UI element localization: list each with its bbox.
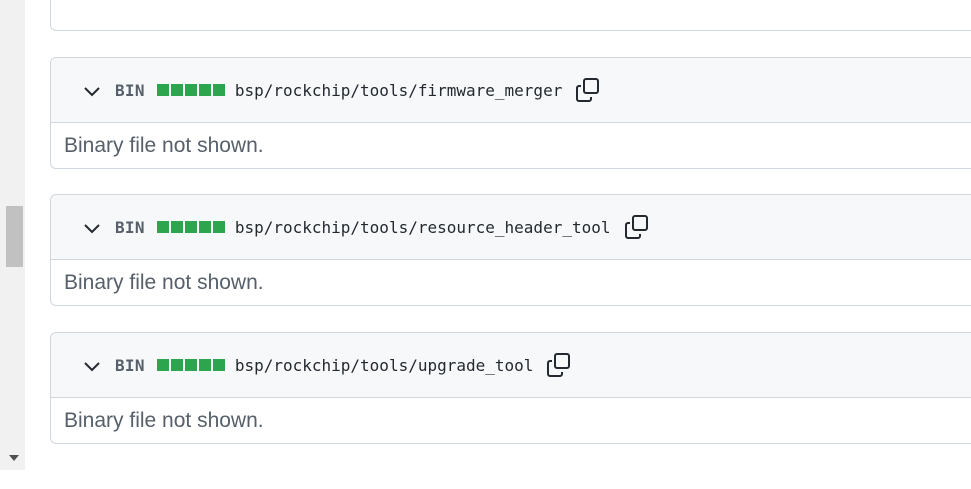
previous-file-card — [50, 0, 971, 31]
file-diff-card: BIN bsp/rockchip/tools/upgrade_tool Bina… — [50, 332, 971, 444]
scrollbar-track[interactable] — [0, 0, 25, 470]
binary-notice: Binary file not shown. — [64, 133, 264, 157]
scrollbar-thumb[interactable] — [6, 206, 23, 267]
binary-notice: Binary file not shown. — [64, 270, 264, 294]
binary-badge: BIN — [115, 80, 145, 100]
file-diff-card: BIN bsp/rockchip/tools/firmware_merger B… — [50, 57, 971, 169]
file-header: BIN bsp/rockchip/tools/firmware_merger — [51, 58, 971, 123]
copy-icon[interactable] — [623, 213, 651, 241]
file-header: BIN bsp/rockchip/tools/resource_header_t… — [51, 195, 971, 260]
chevron-down-icon[interactable] — [81, 81, 103, 103]
file-diff-card: BIN bsp/rockchip/tools/resource_header_t… — [50, 194, 971, 306]
diffstat — [156, 84, 225, 96]
file-path-link[interactable]: bsp/rockchip/tools/firmware_merger — [235, 81, 563, 100]
binary-badge: BIN — [115, 217, 145, 237]
file-path-link[interactable]: bsp/rockchip/tools/upgrade_tool — [235, 356, 534, 375]
chevron-down-icon[interactable] — [81, 218, 103, 240]
chevron-down-icon[interactable] — [81, 356, 103, 378]
diffstat — [156, 359, 225, 371]
binary-notice: Binary file not shown. — [64, 408, 264, 432]
file-header: BIN bsp/rockchip/tools/upgrade_tool — [51, 333, 971, 398]
binary-badge: BIN — [115, 355, 145, 375]
file-path-link[interactable]: bsp/rockchip/tools/resource_header_tool — [235, 218, 611, 237]
diff-view: BIN bsp/rockchip/tools/firmware_merger B… — [0, 0, 971, 489]
scroll-down-arrow-icon[interactable] — [9, 455, 19, 461]
copy-icon[interactable] — [574, 76, 602, 104]
copy-icon[interactable] — [545, 351, 573, 379]
diffstat — [156, 221, 225, 233]
